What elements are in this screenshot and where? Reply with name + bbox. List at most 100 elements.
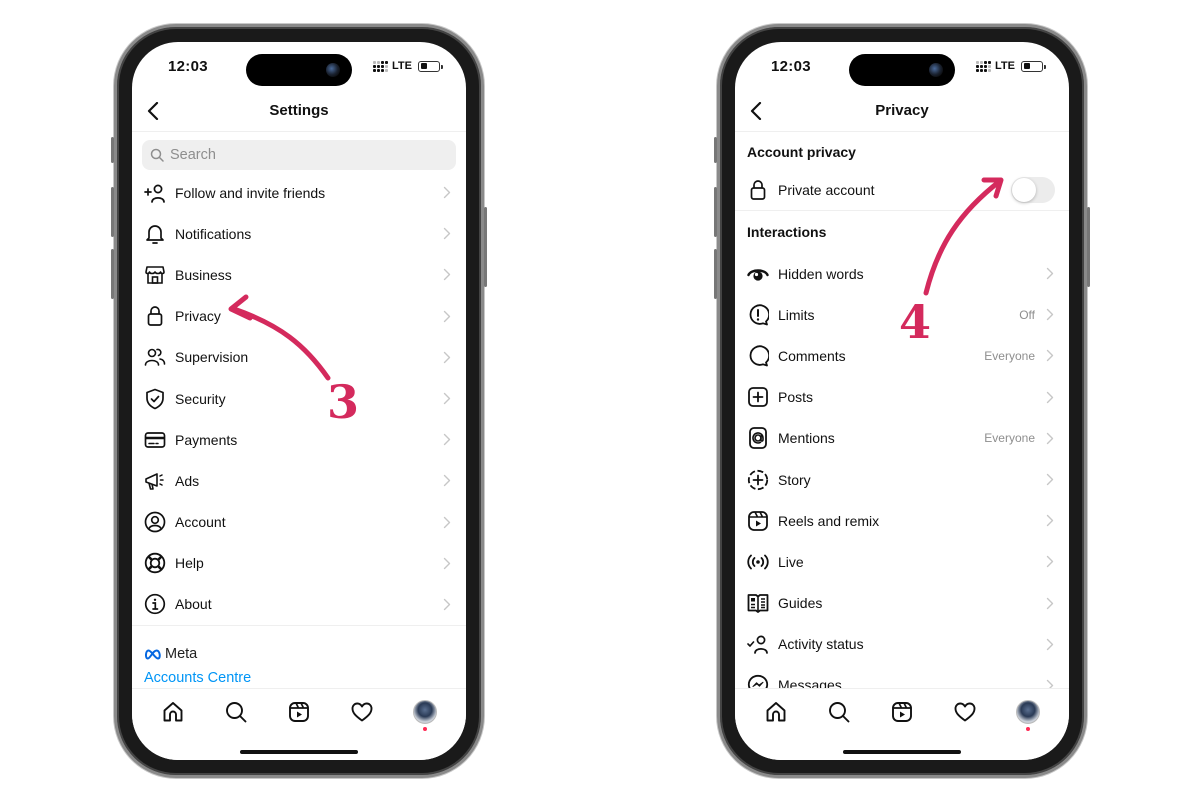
camera-icon <box>326 63 340 77</box>
privacy-item-posts[interactable]: Posts <box>735 377 1069 418</box>
reels-icon <box>892 702 912 722</box>
privacy-item-value: Everyone <box>984 431 1035 446</box>
search-icon <box>226 702 247 723</box>
chevron-right-icon <box>442 597 452 611</box>
search-icon <box>150 148 164 162</box>
chevron-right-icon <box>1045 308 1055 322</box>
settings-item-supervision[interactable]: Supervision <box>132 337 466 378</box>
private-account-toggle[interactable] <box>1011 177 1055 203</box>
settings-item-about[interactable]: About <box>132 584 466 625</box>
settings-item-label: Account <box>175 514 226 531</box>
info-icon <box>144 593 166 615</box>
network-type: LTE <box>392 60 412 72</box>
tab-search[interactable] <box>826 699 852 725</box>
settings-item-label: Help <box>175 555 204 572</box>
megaphone-icon <box>144 470 166 492</box>
story-add-icon <box>747 469 769 491</box>
chevron-right-icon <box>442 556 452 570</box>
eye-icon <box>747 263 769 285</box>
search-icon <box>829 702 850 723</box>
volume-up-button <box>111 187 114 237</box>
settings-item-ads[interactable]: Ads <box>132 460 466 501</box>
chevron-right-icon <box>442 474 452 488</box>
privacy-item-messages[interactable]: Messages <box>735 665 1069 690</box>
reels-icon <box>289 702 309 722</box>
bottom-tab-bar <box>735 688 1069 760</box>
signal-icon <box>976 60 992 72</box>
privacy-screen: 12:03 LTE Privacy Account privacy Privat… <box>735 42 1069 760</box>
privacy-item-story[interactable]: Story <box>735 459 1069 500</box>
search-placeholder: Search <box>170 147 216 163</box>
tab-home[interactable] <box>763 699 789 725</box>
home-icon <box>766 702 786 722</box>
power-button <box>1087 207 1090 287</box>
tab-profile[interactable] <box>412 699 438 731</box>
add-person-icon <box>144 182 166 204</box>
settings-item-notifications[interactable]: Notifications <box>132 213 466 254</box>
annotation-step-4: 4 <box>899 295 932 349</box>
status-indicators: LTE <box>373 60 443 72</box>
settings-item-label: Ads <box>175 472 200 489</box>
chevron-right-icon <box>442 350 452 364</box>
tab-home[interactable] <box>160 699 186 725</box>
home-indicator[interactable] <box>240 749 358 754</box>
settings-item-business[interactable]: Business <box>132 254 466 295</box>
profile-avatar <box>1015 700 1040 724</box>
chevron-right-icon <box>1045 514 1055 528</box>
bell-icon <box>144 223 166 245</box>
chevron-right-icon <box>1045 267 1055 281</box>
page-title: Privacy <box>875 102 929 119</box>
privacy-item-value: Everyone <box>984 348 1035 363</box>
live-icon <box>747 551 769 573</box>
heart-icon <box>351 702 373 722</box>
privacy-item-label: Mentions <box>778 430 835 447</box>
private-account-label: Private account <box>778 182 875 198</box>
settings-item-payments[interactable]: Payments <box>132 419 466 460</box>
chevron-right-icon <box>442 268 452 282</box>
settings-item-label: Supervision <box>175 349 249 366</box>
plus-square-icon <box>747 386 769 408</box>
privacy-item-hidden-words[interactable]: Hidden words <box>735 253 1069 294</box>
settings-item-label: Business <box>175 266 232 283</box>
power-button <box>484 207 487 287</box>
settings-item-privacy[interactable]: Privacy <box>132 296 466 337</box>
status-indicators: LTE <box>976 60 1046 72</box>
privacy-item-value: Off <box>1019 307 1035 322</box>
settings-list: Search Follow and invite friends Notific… <box>132 132 466 690</box>
home-icon <box>163 702 183 722</box>
privacy-item-guides[interactable]: Guides <box>735 583 1069 624</box>
tab-activity[interactable] <box>952 699 978 725</box>
tab-search[interactable] <box>223 699 249 725</box>
status-bar: 12:03 LTE <box>735 42 1069 90</box>
chevron-right-icon <box>442 309 452 323</box>
settings-item-help[interactable]: Help <box>132 543 466 584</box>
people-icon <box>144 346 166 368</box>
tab-activity[interactable] <box>349 699 375 725</box>
tab-profile[interactable] <box>1015 699 1041 731</box>
accounts-centre-link[interactable]: Accounts Centre <box>144 670 454 686</box>
settings-item-security[interactable]: Security <box>132 378 466 419</box>
lifebuoy-icon <box>144 552 166 574</box>
alert-bubble-icon <box>747 304 769 326</box>
tab-reels[interactable] <box>889 699 915 725</box>
search-input[interactable]: Search <box>142 140 456 170</box>
privacy-item-live[interactable]: Live <box>735 541 1069 582</box>
home-indicator[interactable] <box>843 749 961 754</box>
storefront-icon <box>144 264 166 286</box>
meta-accounts-section: Meta Accounts Centre Control settings fo… <box>132 626 466 690</box>
chevron-right-icon <box>1045 431 1055 445</box>
settings-item-label: Follow and invite friends <box>175 184 326 201</box>
privacy-item-label: Hidden words <box>778 265 864 282</box>
privacy-item-mentions[interactable]: Mentions Everyone <box>735 418 1069 459</box>
privacy-item-reels-remix[interactable]: Reels and remix <box>735 500 1069 541</box>
side-button <box>714 137 717 163</box>
comment-icon <box>747 345 769 367</box>
privacy-item-activity-status[interactable]: Activity status <box>735 624 1069 665</box>
at-icon <box>747 427 769 450</box>
meta-infinity-icon <box>144 649 161 660</box>
lock-icon <box>747 179 769 201</box>
settings-item-follow-invite[interactable]: Follow and invite friends <box>132 172 466 213</box>
tab-reels[interactable] <box>286 699 312 725</box>
side-button <box>111 137 114 163</box>
settings-item-account[interactable]: Account <box>132 502 466 543</box>
